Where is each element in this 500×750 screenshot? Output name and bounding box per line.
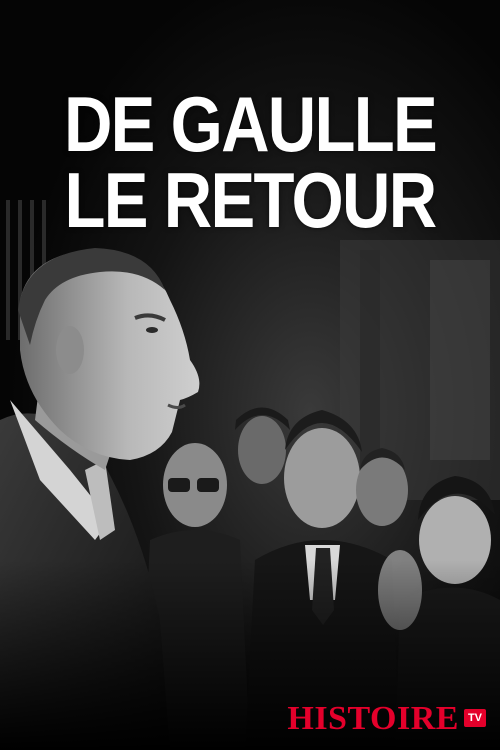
poster: DE GAULLE LE RETOUR HISTOIRE TV [0, 0, 500, 750]
logo-text: HISTOIRE [287, 700, 459, 737]
logo-tv-badge: TV [463, 709, 486, 727]
histoire-tv-logo: HISTOIRE TV [287, 702, 486, 736]
title-line-1: DE GAULLE [63, 80, 438, 168]
poster-title: DE GAULLE LE RETOUR [35, 80, 465, 244]
title-line-2: LE RETOUR [64, 156, 438, 244]
